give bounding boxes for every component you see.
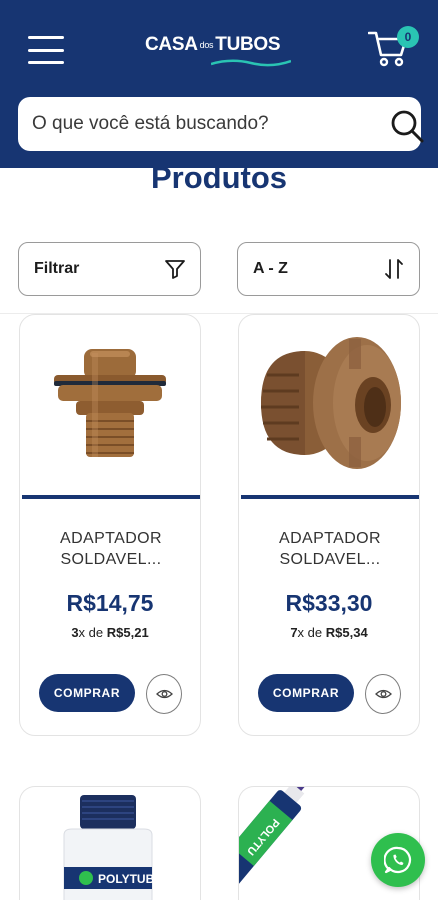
product-name: ADAPTADOR SOLDAVEL... [279, 530, 381, 568]
eye-icon [375, 689, 392, 699]
sort-label: A - Z [253, 260, 288, 277]
quick-view-button[interactable] [365, 674, 401, 714]
app-header: CASA dos TUBOS 0 [0, 0, 438, 168]
product-price: R$33,30 [285, 590, 373, 616]
product-card[interactable]: ADAPTADOR SOLDAVEL... R$14,75 3x de R$5,… [19, 314, 201, 736]
product-label-text: POLYTUBES [98, 872, 170, 886]
card-accent-bar [241, 495, 419, 499]
sort-select[interactable]: A - Z [237, 242, 420, 296]
page-title: Produtos [150, 160, 288, 195]
product-name: ADAPTADOR SOLDAVEL... [60, 530, 162, 568]
search-bar [18, 97, 424, 151]
logo-wave-icon [211, 59, 291, 67]
installment-info: 3x de R$5,21 [71, 625, 149, 640]
buy-button[interactable]: COMPRAR [258, 674, 354, 712]
hamburger-menu-icon[interactable] [28, 36, 64, 64]
search-icon[interactable] [390, 109, 424, 143]
search-input[interactable] [32, 107, 362, 141]
product-image[interactable] [20, 315, 200, 493]
brand-logo[interactable]: CASA dos TUBOS [145, 34, 295, 74]
product-card[interactable]: ADAPTADOR SOLDAVEL... R$33,30 7x de R$5,… [238, 314, 420, 736]
filter-label: Filtrar [34, 260, 80, 277]
quick-view-button[interactable] [146, 674, 182, 714]
product-image[interactable] [239, 315, 419, 493]
buy-button[interactable]: COMPRAR [39, 674, 135, 712]
whatsapp-icon [384, 846, 412, 874]
installment-info: 7x de R$5,34 [290, 625, 368, 640]
product-card[interactable]: POLYTUBES [19, 786, 201, 900]
funnel-icon [165, 260, 185, 279]
whatsapp-button[interactable] [371, 833, 425, 887]
brand-suffix: TUBOS [215, 34, 281, 55]
product-price: R$14,75 [66, 590, 154, 616]
card-accent-bar [22, 495, 200, 499]
eye-icon [156, 689, 173, 699]
filter-button[interactable]: Filtrar [18, 242, 201, 296]
brand-middle: dos [199, 40, 214, 50]
cart-count-badge: 0 [397, 26, 419, 48]
product-image[interactable]: POLYTUBES [20, 787, 200, 900]
brand-prefix: CASA [145, 34, 198, 55]
sort-arrows-icon [385, 259, 403, 279]
